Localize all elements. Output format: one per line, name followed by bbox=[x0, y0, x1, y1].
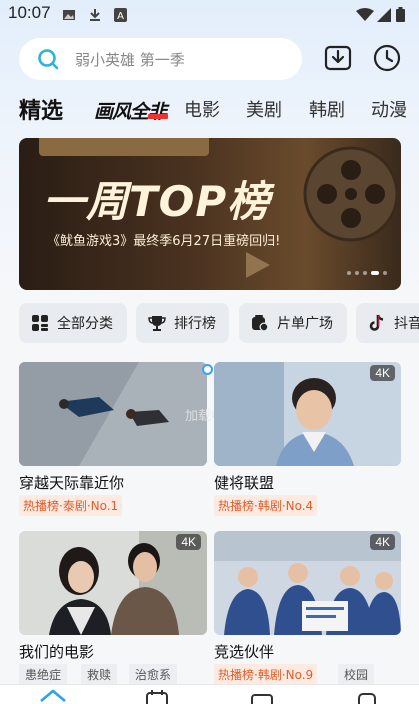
video-title: 我们的电影 bbox=[19, 643, 95, 661]
chip-label: 抖音 bbox=[394, 316, 419, 332]
tab-us-drama[interactable]: 美剧 bbox=[246, 96, 282, 122]
tab-anime[interactable]: 动漫 bbox=[371, 96, 407, 122]
video-thumbnail: 4K bbox=[214, 531, 401, 635]
tab-movies[interactable]: 电影 bbox=[184, 96, 220, 122]
pagination-dot bbox=[355, 271, 359, 275]
video-thumbnail bbox=[19, 362, 207, 466]
profile-icon[interactable] bbox=[356, 689, 378, 704]
banner-subtitle: 《鱿鱼游戏3》最终季6月27日重磅回归! bbox=[47, 234, 281, 249]
genre-tag: 患绝症 bbox=[19, 664, 68, 685]
history-button[interactable] bbox=[371, 42, 403, 74]
genre-tag: 校园 bbox=[338, 664, 375, 685]
video-title: 竞选伙伴 bbox=[214, 643, 275, 661]
home-icon[interactable] bbox=[40, 689, 66, 704]
genre-tag: 治愈系 bbox=[129, 664, 178, 685]
video-title: 健将联盟 bbox=[214, 474, 275, 492]
search-input[interactable]: 弱小英雄 第一季 bbox=[75, 49, 185, 70]
tab-logo-huafeng[interactable]: 画风全非 bbox=[94, 97, 167, 124]
playlist-icon bbox=[251, 314, 269, 332]
scroll-indicator bbox=[202, 364, 213, 375]
trophy-icon bbox=[148, 314, 166, 332]
status-bar: 10:07 A bbox=[0, 0, 419, 28]
thumbnail-image bbox=[19, 362, 207, 466]
category-tabs: 精选 画风全非 电影 美剧 韩剧 动漫 bbox=[0, 88, 419, 132]
hot-rank-tag: 热播榜·泰剧·No.1 bbox=[19, 495, 123, 516]
history-clock-icon bbox=[373, 44, 401, 72]
status-time: 10:07 bbox=[8, 3, 51, 22]
chip-playlists[interactable]: 片单广场 bbox=[239, 303, 347, 343]
hero-banner[interactable]: 一周TOP榜 《鱿鱼游戏3》最终季6月27日重磅回归! bbox=[19, 138, 401, 290]
4k-badge: 4K bbox=[176, 534, 201, 550]
genre-tag: 救赎 bbox=[81, 664, 118, 685]
chip-label: 全部分类 bbox=[57, 316, 113, 332]
4k-badge: 4K bbox=[370, 534, 395, 550]
search-bar[interactable]: 弱小英雄 第一季 bbox=[19, 38, 302, 80]
bottom-nav bbox=[0, 684, 419, 704]
pagination-dot-active bbox=[371, 271, 379, 275]
search-icon bbox=[37, 48, 59, 74]
banner-title: 一周TOP榜 bbox=[43, 177, 271, 226]
image-icon bbox=[62, 7, 76, 26]
hot-rank-tag: 热播榜·韩剧·No.4 bbox=[214, 495, 318, 516]
wifi-icon bbox=[356, 7, 374, 26]
banner-pagination bbox=[347, 271, 387, 275]
tab-k-drama[interactable]: 韩剧 bbox=[309, 96, 345, 122]
pagination-dot bbox=[383, 271, 387, 275]
chip-all-categories[interactable]: 全部分类 bbox=[19, 303, 127, 343]
chip-label: 排行榜 bbox=[174, 316, 216, 332]
svg-text:A: A bbox=[117, 11, 124, 22]
hot-rank-tag: 热播榜·韩剧·No.9 bbox=[214, 664, 318, 685]
video-title: 穿越天际靠近你 bbox=[19, 474, 125, 492]
download-icon bbox=[324, 45, 352, 71]
chip-douyin[interactable]: 抖音 bbox=[356, 303, 419, 343]
battery-icon bbox=[396, 7, 405, 26]
download-icon bbox=[88, 7, 102, 26]
play-icon bbox=[246, 252, 270, 278]
video-thumbnail: 4K bbox=[214, 362, 401, 466]
pagination-dot bbox=[347, 271, 351, 275]
tab-logo-accent bbox=[148, 114, 168, 119]
chip-label: 片单广场 bbox=[277, 316, 333, 332]
tab-featured[interactable]: 精选 bbox=[19, 93, 63, 125]
film-reel-icon bbox=[303, 146, 399, 242]
text-a-icon: A bbox=[114, 7, 127, 26]
calendar-icon[interactable] bbox=[145, 689, 169, 704]
grid-icon bbox=[31, 314, 49, 332]
pagination-dot bbox=[363, 271, 367, 275]
tiktok-icon bbox=[368, 314, 386, 332]
4k-badge: 4K bbox=[370, 365, 395, 381]
signal-icon bbox=[377, 7, 391, 26]
banner-strip bbox=[39, 138, 209, 156]
chip-rankings[interactable]: 排行榜 bbox=[136, 303, 229, 343]
video-icon[interactable] bbox=[250, 689, 274, 704]
download-button[interactable] bbox=[322, 42, 354, 74]
video-thumbnail: 4K bbox=[19, 531, 207, 635]
